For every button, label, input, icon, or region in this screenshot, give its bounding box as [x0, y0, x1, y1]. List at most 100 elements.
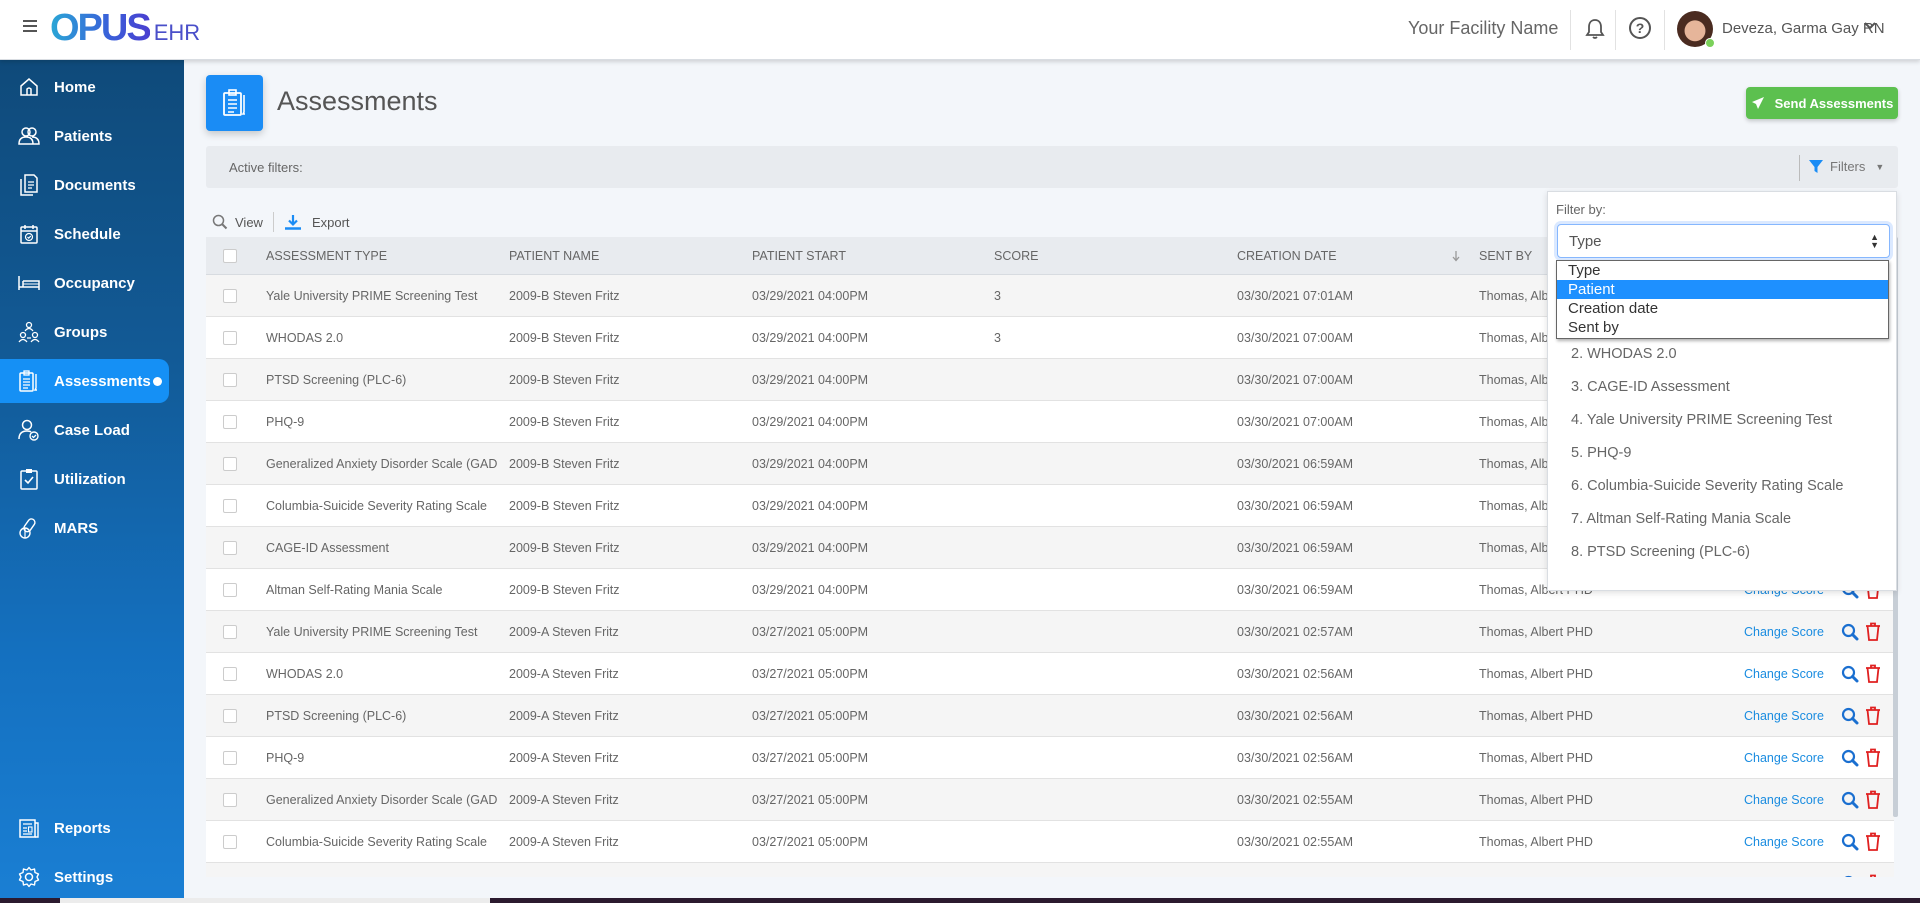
delete-icon[interactable]: [1865, 737, 1881, 778]
sidebar-item-mars[interactable]: MARS: [0, 506, 169, 550]
cell-creation-date: 03/30/2021 07:00AM: [1237, 414, 1354, 429]
cell-score: [994, 485, 1224, 526]
avatar[interactable]: [1677, 11, 1715, 48]
filter-value-item[interactable]: 5. PHQ-9: [1548, 436, 1896, 469]
row-checkbox[interactable]: [223, 485, 237, 526]
column-header-patient-name[interactable]: PATIENT NAME: [509, 237, 739, 274]
view-icon[interactable]: [1841, 611, 1859, 652]
change-score-link[interactable]: Change Score: [1744, 737, 1824, 778]
filter-value-item[interactable]: 2. WHODAS 2.0: [1548, 337, 1896, 370]
table-row[interactable]: Change Score: [206, 863, 1894, 877]
cell-assessment-type: Altman Self-Rating Mania Scale: [266, 582, 443, 597]
row-checkbox[interactable]: [223, 569, 237, 610]
delete-icon[interactable]: [1865, 821, 1881, 862]
view-button[interactable]: View: [212, 214, 263, 230]
sidebar-item-assessments[interactable]: Assessments: [0, 359, 169, 403]
filters-dropdown-button[interactable]: Filters ▼: [1809, 159, 1884, 174]
change-score-link[interactable]: Change Score: [1744, 821, 1824, 862]
app-logo[interactable]: OPUS EHR: [50, 8, 200, 48]
change-score-link[interactable]: Change Score: [1744, 779, 1824, 820]
filter-by-selected-value: Type: [1569, 232, 1602, 250]
hamburger-icon[interactable]: [23, 20, 37, 32]
delete-icon[interactable]: [1865, 611, 1881, 652]
row-checkbox[interactable]: [223, 359, 237, 400]
row-checkbox[interactable]: [223, 821, 237, 862]
row-checkbox[interactable]: [223, 611, 237, 652]
change-score-link[interactable]: Change Score: [1744, 695, 1824, 736]
sidebar-item-schedule[interactable]: Schedule: [0, 212, 169, 256]
filter-option-type[interactable]: Type: [1557, 261, 1888, 280]
view-icon[interactable]: [1841, 695, 1859, 736]
cell-patient-start: 03/29/2021 04:00PM: [752, 498, 869, 513]
filter-by-options-list: Type Patient Creation date Sent by: [1556, 260, 1889, 339]
user-name[interactable]: Deveza, Garma Gay RN: [1722, 20, 1885, 37]
facility-name[interactable]: Your Facility Name: [1408, 18, 1558, 39]
sidebar-item-home[interactable]: Home: [0, 65, 169, 109]
sort-descending-icon[interactable]: [1451, 237, 1467, 274]
view-icon[interactable]: [1841, 653, 1859, 694]
filter-value-item[interactable]: 7. Altman Self-Rating Mania Scale: [1548, 502, 1896, 535]
column-header-score[interactable]: SCORE: [994, 237, 1224, 274]
filter-value-item[interactable]: 6. Columbia-Suicide Severity Rating Scal…: [1548, 469, 1896, 502]
row-checkbox[interactable]: [223, 443, 237, 484]
table-row[interactable]: WHODAS 2.0 2009-A Steven Fritz 03/27/2021 …: [206, 653, 1894, 695]
row-checkbox[interactable]: [223, 401, 237, 442]
row-checkbox[interactable]: [223, 695, 237, 736]
filter-by-select[interactable]: Type ▲ ▼: [1557, 224, 1890, 258]
view-icon[interactable]: [1841, 737, 1859, 778]
change-score-link[interactable]: Change Score: [1744, 863, 1824, 878]
cell-creation-date: 03/30/2021 06:59AM: [1237, 582, 1354, 597]
sidebar-item-settings[interactable]: Settings: [0, 855, 169, 899]
sidebar-item-patients[interactable]: Patients: [0, 114, 169, 158]
row-checkbox[interactable]: [223, 779, 237, 820]
table-row[interactable]: Yale University PRIME Screening Test 2009…: [206, 611, 1894, 653]
view-icon[interactable]: [1841, 779, 1859, 820]
filter-divider: [1799, 155, 1800, 181]
row-checkbox[interactable]: [223, 527, 237, 568]
filter-option-sent-by[interactable]: Sent by: [1557, 318, 1888, 337]
row-checkbox[interactable]: [223, 653, 237, 694]
column-header-assessment-type[interactable]: ASSESSMENT TYPE: [266, 237, 506, 274]
help-circle-icon[interactable]: ?: [1629, 17, 1651, 39]
filter-option-creation-date[interactable]: Creation date: [1557, 299, 1888, 318]
change-score-link[interactable]: Change Score: [1744, 611, 1824, 652]
delete-icon[interactable]: [1865, 695, 1881, 736]
column-header-patient-start[interactable]: PATIENT START: [752, 237, 982, 274]
caret-down-icon: ▼: [1875, 161, 1885, 172]
chevron-down-icon[interactable]: [1864, 21, 1876, 33]
header-divider: [1615, 10, 1616, 50]
sidebar-item-occupancy[interactable]: Occupancy: [0, 261, 169, 305]
table-toolbar: View Export: [212, 212, 350, 232]
table-row[interactable]: Columbia-Suicide Severity Rating Scale 20…: [206, 821, 1894, 863]
filter-option-patient[interactable]: Patient: [1557, 280, 1888, 299]
delete-icon[interactable]: [1865, 863, 1881, 877]
select-all-checkbox[interactable]: [223, 237, 237, 274]
bell-icon[interactable]: [1585, 18, 1605, 45]
filter-value-item[interactable]: 3. CAGE-ID Assessment: [1548, 370, 1896, 403]
send-assessments-button[interactable]: Send Assessments: [1746, 87, 1898, 119]
table-row[interactable]: PHQ-9 2009-A Steven Fritz 03/27/2021 05:00…: [206, 737, 1894, 779]
row-checkbox[interactable]: [223, 863, 237, 877]
delete-icon[interactable]: [1865, 779, 1881, 820]
column-header-creation-date[interactable]: CREATION DATE: [1237, 237, 1467, 274]
row-checkbox[interactable]: [223, 317, 237, 358]
table-row[interactable]: Generalized Anxiety Disorder Scale (GAD 2…: [206, 779, 1894, 821]
sidebar-item-groups[interactable]: Groups: [0, 310, 169, 354]
sidebar-item-reports[interactable]: Reports: [0, 806, 169, 850]
sidebar-item-documents[interactable]: Documents: [0, 163, 169, 207]
filter-value-item[interactable]: 4. Yale University PRIME Screening Test: [1548, 403, 1896, 436]
sidebar-item-case-load[interactable]: Case Load: [0, 408, 169, 452]
delete-icon[interactable]: [1865, 653, 1881, 694]
sidebar-item-utilization[interactable]: Utilization: [0, 457, 169, 501]
change-score-link[interactable]: Change Score: [1744, 653, 1824, 694]
view-icon[interactable]: [1841, 821, 1859, 862]
row-checkbox[interactable]: [223, 275, 237, 316]
view-icon[interactable]: [1841, 863, 1859, 877]
filter-value-item[interactable]: 8. PTSD Screening (PLC-6): [1548, 535, 1896, 568]
logo-main: OPUS: [50, 7, 152, 49]
export-button[interactable]: Export: [284, 214, 350, 230]
row-checkbox[interactable]: [223, 737, 237, 778]
cell-assessment-type: PTSD Screening (PLC-6): [266, 708, 407, 723]
table-row[interactable]: PTSD Screening (PLC-6) 2009-A Steven Frit…: [206, 695, 1894, 737]
cell-sent-by: Thomas, Albert PHD: [1479, 624, 1593, 639]
